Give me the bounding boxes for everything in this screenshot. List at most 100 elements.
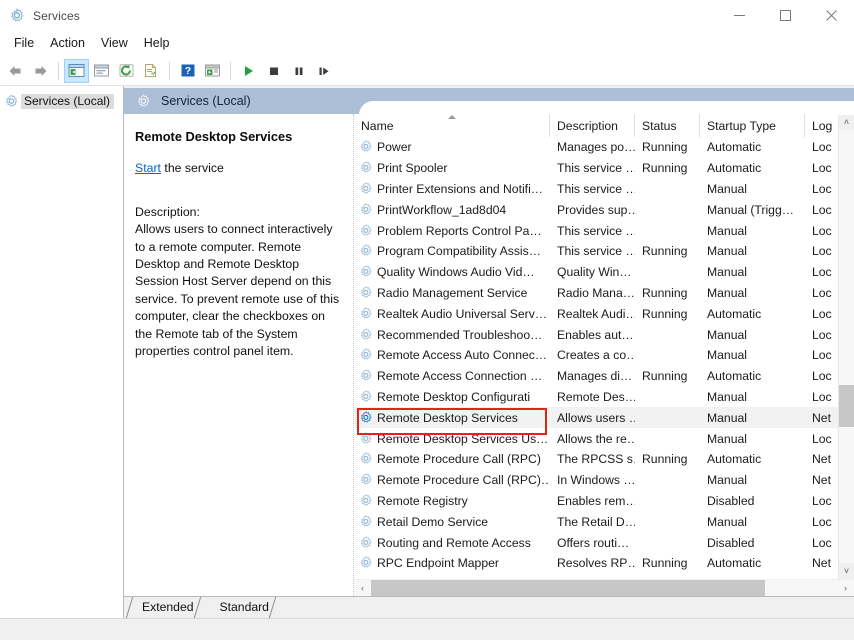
table-row[interactable]: Routing and Remote Access Offers routi… Di… [354, 532, 838, 553]
table-row[interactable]: Remote Registry Enables rem… Disabled Loc [354, 491, 838, 512]
tab-standard[interactable]: Standard [207, 597, 286, 618]
minimize-button[interactable] [716, 0, 762, 32]
pane-header: Services (Local) [124, 88, 854, 115]
service-startup-type-label: Manual (Trigg… [707, 202, 794, 217]
scroll-right-arrow-icon[interactable]: › [837, 580, 854, 597]
service-log-on-as-label: Loc [812, 181, 832, 196]
cell-log-on-as: Loc [805, 532, 838, 553]
table-row[interactable]: RPC Endpoint Mapper Resolves RP… Running Au… [354, 553, 838, 574]
cell-name: Remote Access Connection … [354, 366, 550, 387]
table-row[interactable]: Recommended Troubleshoo… Enables aut… Manu… [354, 324, 838, 345]
tree-item-services-local[interactable]: Services (Local) [0, 92, 123, 111]
cell-description: Enables aut… [550, 324, 635, 345]
refresh-icon[interactable] [114, 59, 139, 83]
table-row[interactable]: Printer Extensions and Notifi… This servi… [354, 179, 838, 200]
vertical-scroll-track[interactable] [839, 130, 854, 563]
table-row[interactable]: Remote Access Connection … Manages di… Run… [354, 366, 838, 387]
restart-service-icon[interactable] [311, 59, 336, 83]
menu-action[interactable]: Action [42, 34, 93, 54]
forward-icon[interactable] [28, 59, 53, 83]
service-log-on-as-label: Loc [812, 389, 832, 404]
service-status-label: Running [642, 244, 688, 259]
cell-name: Remote Access Auto Connec… [354, 345, 550, 366]
properties-icon[interactable] [89, 59, 114, 83]
table-row[interactable]: Remote Desktop Services Allows users … Man… [354, 407, 838, 429]
table-row[interactable]: Radio Management Service Radio Mana… Runni… [354, 283, 838, 304]
show-action-pane-icon[interactable] [200, 59, 225, 83]
service-description-label: The Retail D… [557, 514, 635, 529]
service-description-label: This service … [557, 181, 635, 196]
service-description-label: Quality Win… [557, 265, 632, 280]
scroll-left-arrow-icon[interactable]: ‹ [354, 580, 371, 597]
service-gear-icon [359, 140, 373, 154]
table-row[interactable]: PrintWorkflow_1ad8d04 Provides sup… Manual… [354, 199, 838, 220]
horizontal-scrollbar[interactable]: ‹ › [354, 579, 854, 596]
tab-extended[interactable]: Extended [125, 597, 210, 618]
table-row[interactable]: Problem Reports Control Pa… This service … [354, 220, 838, 241]
menu-view[interactable]: View [93, 34, 136, 54]
table-row[interactable]: Remote Desktop Services Us… Allows the re… [354, 428, 838, 449]
close-button[interactable] [808, 0, 854, 32]
service-description-label: Enables aut… [557, 327, 634, 342]
scroll-up-arrow-icon[interactable]: ˄ [839, 114, 854, 130]
window-title: Services [33, 8, 80, 23]
service-gear-icon [359, 390, 373, 404]
scroll-down-arrow-icon[interactable]: ˅ [839, 563, 854, 579]
export-list-icon[interactable] [139, 59, 164, 83]
service-startup-type-label: Manual [707, 514, 747, 529]
cell-startup-type: Manual [700, 241, 805, 262]
cell-startup-type: Manual [700, 283, 805, 304]
service-description-label: Provides sup… [557, 202, 635, 217]
toolbar-separator [169, 61, 170, 80]
horizontal-scroll-thumb[interactable] [371, 579, 765, 596]
service-gear-icon [359, 286, 373, 300]
table-row[interactable]: Remote Access Auto Connec… Creates a co… M… [354, 345, 838, 366]
vertical-scroll-thumb[interactable] [839, 385, 854, 427]
menu-file[interactable]: File [6, 34, 42, 54]
column-header-startup-type[interactable]: Startup Type [700, 114, 805, 137]
service-name-label: Retail Demo Service [377, 514, 489, 529]
service-log-on-as-label: Loc [812, 285, 832, 300]
service-description-label: This service … [557, 223, 635, 238]
cell-description: This service … [550, 241, 635, 262]
maximize-button[interactable] [762, 0, 808, 32]
cell-log-on-as: Loc [805, 137, 838, 158]
title-bar: Services [0, 0, 854, 32]
vertical-scrollbar[interactable]: ˄ ˅ [838, 114, 854, 579]
stop-service-icon[interactable] [261, 59, 286, 83]
table-row[interactable]: Realtek Audio Universal Serv… Realtek Aud… [354, 303, 838, 324]
table-row[interactable]: Power Manages po… Running Automatic Loc [354, 137, 838, 158]
menu-help[interactable]: Help [136, 34, 178, 54]
service-log-on-as-label: Loc [812, 535, 832, 550]
console-tree-pane: Services (Local) [0, 86, 124, 618]
cell-log-on-as: Net [805, 470, 838, 491]
service-log-on-as-label: Net [812, 410, 831, 425]
tree-item-label: Services (Local) [21, 94, 115, 109]
table-row[interactable]: Remote Procedure Call (RPC)… In Windows …… [354, 470, 838, 491]
cell-name: Remote Desktop Services Us… [354, 428, 550, 449]
help-icon[interactable]: ? [175, 59, 200, 83]
table-row[interactable]: Remote Procedure Call (RPC) The RPCSS s… R… [354, 449, 838, 470]
cell-status [635, 470, 700, 491]
table-row[interactable]: Quality Windows Audio Vid… Quality Win… Ma… [354, 262, 838, 283]
pause-service-icon[interactable] [286, 59, 311, 83]
service-startup-type-label: Manual [707, 431, 747, 446]
cell-log-on-as: Loc [805, 428, 838, 449]
table-row[interactable]: Retail Demo Service The Retail D… Manual Lo… [354, 511, 838, 532]
table-row[interactable]: Print Spooler This service … Running Automa… [354, 158, 838, 179]
column-header-log-on-as[interactable]: Log [805, 114, 838, 137]
start-service-link[interactable]: Start [135, 161, 161, 175]
service-name-label: Realtek Audio Universal Serv… [377, 306, 548, 321]
toolbar: ? [0, 56, 854, 86]
horizontal-scroll-track[interactable] [371, 579, 837, 596]
table-row[interactable]: Remote Desktop Configurati Remote Des… Man… [354, 387, 838, 408]
show-hide-console-tree-icon[interactable] [64, 58, 89, 83]
column-header-description[interactable]: Description [550, 114, 635, 137]
back-icon[interactable] [3, 59, 28, 83]
cell-name: RPC Endpoint Mapper [354, 553, 550, 574]
column-header-status[interactable]: Status [635, 114, 700, 137]
column-header-name[interactable]: Name [354, 114, 550, 137]
toolbar-separator [58, 61, 59, 80]
start-service-icon[interactable] [236, 59, 261, 83]
table-row[interactable]: Program Compatibility Assis… This service… [354, 241, 838, 262]
